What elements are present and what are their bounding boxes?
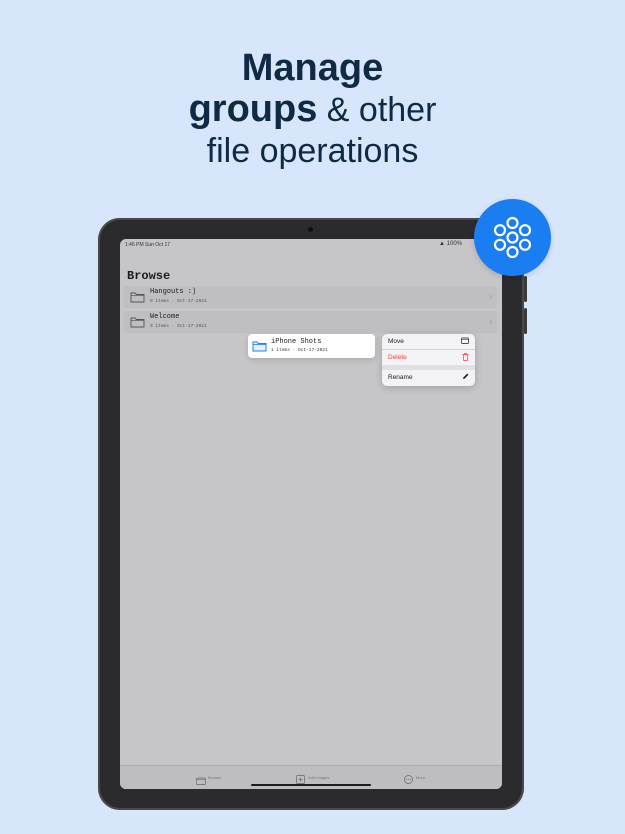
tab-more[interactable]: More [404,771,444,784]
folder-meta: 0 items · Oct-17-2021 [150,299,207,304]
folder-icon [130,315,145,333]
group-feature-badge [474,199,551,276]
status-bar: 1:46 PM Sun Oct 17 ▲ 100% [120,239,502,251]
context-menu: Move Delete Rename [382,334,475,386]
menu-item-delete[interactable]: Delete [382,350,475,365]
tab-label: Browse [208,775,222,780]
tab-label: More [416,775,426,780]
tab-add-images[interactable]: Add Images [296,771,346,784]
tab-browse[interactable]: Browse [196,771,236,785]
add-photo-icon [296,771,305,789]
headline-bold-word: groups [188,88,318,130]
headline: Manage groups & other file operations [0,48,625,172]
status-indicators: ▲ 100% [439,241,462,247]
chevron-right-icon: › [489,292,492,301]
menu-item-rename[interactable]: Rename [382,370,475,385]
app-screen: 1:46 PM Sun Oct 17 ▲ 100% Browse Hangout… [120,239,502,789]
menu-item-label: Move [388,338,404,345]
page-title: Browse [127,269,171,283]
folder-icon [130,290,145,308]
headline-line-3: file operations [206,132,419,170]
trash-icon [462,353,469,363]
folder-row-hangouts[interactable]: Hangouts :) 0 items · Oct-17-2021 › [123,286,497,308]
folder-icon [461,337,469,346]
headline-line-2: groups & other [0,89,625,131]
menu-item-move[interactable]: Move [382,334,475,349]
home-indicator [251,784,371,786]
volume-up-button [524,276,527,302]
tab-label: Add Images [308,775,330,780]
folder-row-welcome[interactable]: Welcome 3 items · Oct-17-2021 › [123,311,497,333]
preview-folder-meta: 1 items · Oct-17-2021 [271,348,328,353]
folder-name: Welcome [150,313,180,321]
folder-icon [196,772,206,789]
menu-item-label: Rename [388,374,413,381]
chevron-right-icon: › [489,317,492,326]
group-circles-icon [493,216,532,259]
folder-name: Hangouts :) [150,288,197,296]
headline-line-1: Manage [241,47,384,89]
menu-item-label: Delete [388,354,407,361]
folder-icon [252,339,267,357]
dragged-folder-preview[interactable]: iPhone Shots 1 items · Oct-17-2021 [248,334,375,358]
volume-down-button [524,308,527,334]
pencil-icon [462,373,469,382]
preview-folder-name: iPhone Shots [271,338,322,346]
front-camera [308,227,313,232]
ipad-device-frame: 1:46 PM Sun Oct 17 ▲ 100% Browse Hangout… [98,218,527,810]
more-icon [404,771,413,789]
folder-meta: 3 items · Oct-17-2021 [150,324,207,329]
headline-line-2-rest: & other [317,91,437,129]
status-time: 1:46 PM Sun Oct 17 [125,242,171,248]
